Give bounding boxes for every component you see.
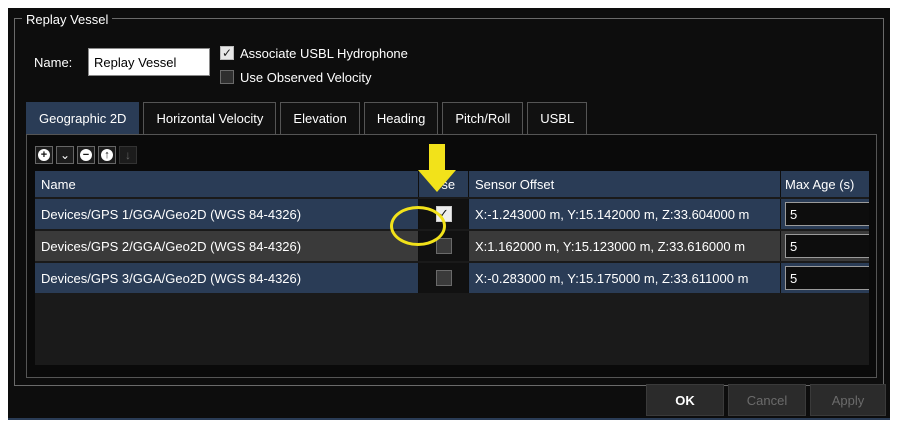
geographic-2d-panel: + ⌄ − ↑ ↓ Name Use Sensor Offset Max Age… [26, 134, 877, 378]
tab-elevation[interactable]: Elevation [280, 102, 360, 134]
use-checkbox[interactable] [435, 238, 452, 254]
add-button[interactable]: + [35, 146, 53, 164]
associate-usbl-option[interactable]: ✓ Associate USBL Hydrophone [220, 44, 408, 62]
name-input[interactable] [88, 48, 210, 76]
chevron-down-icon: ⌄ [59, 148, 71, 162]
name-label: Name: [34, 55, 73, 70]
associate-usbl-checkbox[interactable]: ✓ [220, 46, 234, 60]
row-max-age-cell [781, 263, 869, 293]
move-down-button[interactable]: ↓ [119, 146, 137, 164]
row-sensor-offset: X:-1.243000 m, Y:15.142000 m, Z:33.60400… [469, 199, 781, 229]
row-name: Devices/GPS 1/GGA/Geo2D (WGS 84-4326) [35, 199, 419, 229]
arrow-up-icon: ↑ [101, 149, 113, 161]
sensor-tabs: Geographic 2D Horizontal Velocity Elevat… [26, 102, 591, 134]
column-header-max-age[interactable]: Max Age (s) [781, 171, 869, 197]
tab-pitch-roll[interactable]: Pitch/Roll [442, 102, 524, 134]
table-row[interactable]: Devices/GPS 1/GGA/Geo2D (WGS 84-4326) ✓ … [35, 199, 869, 229]
add-dropdown-button[interactable]: ⌄ [56, 146, 74, 164]
row-sensor-offset: X:1.162000 m, Y:15.123000 m, Z:33.616000… [469, 231, 781, 261]
row-use-cell: ✓ [419, 199, 469, 229]
use-observed-velocity-checkbox[interactable] [220, 70, 234, 84]
use-observed-velocity-label: Use Observed Velocity [240, 69, 372, 85]
sensor-grid: Name Use Sensor Offset Max Age (s) Devic… [35, 171, 869, 365]
max-age-input[interactable] [785, 266, 869, 290]
use-checkbox[interactable] [435, 270, 452, 286]
max-age-input[interactable] [785, 234, 869, 258]
row-name: Devices/GPS 3/GGA/Geo2D (WGS 84-4326) [35, 263, 419, 293]
row-max-age-cell [781, 231, 869, 261]
row-use-cell [419, 231, 469, 261]
arrow-down-icon: ↓ [125, 148, 131, 162]
grid-header: Name Use Sensor Offset Max Age (s) [35, 171, 869, 197]
bottom-strip [8, 418, 890, 420]
minus-circle-icon: − [80, 149, 92, 161]
row-name: Devices/GPS 2/GGA/Geo2D (WGS 84-4326) [35, 231, 419, 261]
max-age-input[interactable] [785, 202, 869, 226]
row-use-cell [419, 263, 469, 293]
use-observed-velocity-option[interactable]: Use Observed Velocity [220, 68, 372, 86]
tab-heading[interactable]: Heading [363, 102, 439, 134]
cancel-button[interactable]: Cancel [728, 384, 806, 416]
move-up-button[interactable]: ↑ [98, 146, 116, 164]
grid-toolbar: + ⌄ − ↑ ↓ [35, 145, 140, 165]
plus-circle-icon: + [38, 149, 50, 161]
ok-button[interactable]: OK [646, 384, 724, 416]
table-row[interactable]: Devices/GPS 2/GGA/Geo2D (WGS 84-4326) X:… [35, 231, 869, 261]
column-header-sensor-offset[interactable]: Sensor Offset [469, 171, 781, 197]
column-header-name[interactable]: Name [35, 171, 419, 197]
associate-usbl-label: Associate USBL Hydrophone [240, 45, 408, 61]
remove-button[interactable]: − [77, 146, 95, 164]
row-sensor-offset: X:-0.283000 m, Y:15.175000 m, Z:33.61100… [469, 263, 781, 293]
column-header-use[interactable]: Use [419, 171, 469, 197]
row-max-age-cell [781, 199, 869, 229]
group-title: Replay Vessel [22, 12, 113, 27]
use-checkbox[interactable]: ✓ [435, 206, 452, 222]
tab-horizontal-velocity[interactable]: Horizontal Velocity [143, 102, 277, 134]
replay-vessel-dialog: Replay Vessel Name: ✓ Associate USBL Hyd… [8, 8, 890, 420]
tab-geographic-2d[interactable]: Geographic 2D [26, 102, 140, 134]
apply-button[interactable]: Apply [810, 384, 886, 416]
tab-usbl[interactable]: USBL [527, 102, 588, 134]
table-row[interactable]: Devices/GPS 3/GGA/Geo2D (WGS 84-4326) X:… [35, 263, 869, 293]
